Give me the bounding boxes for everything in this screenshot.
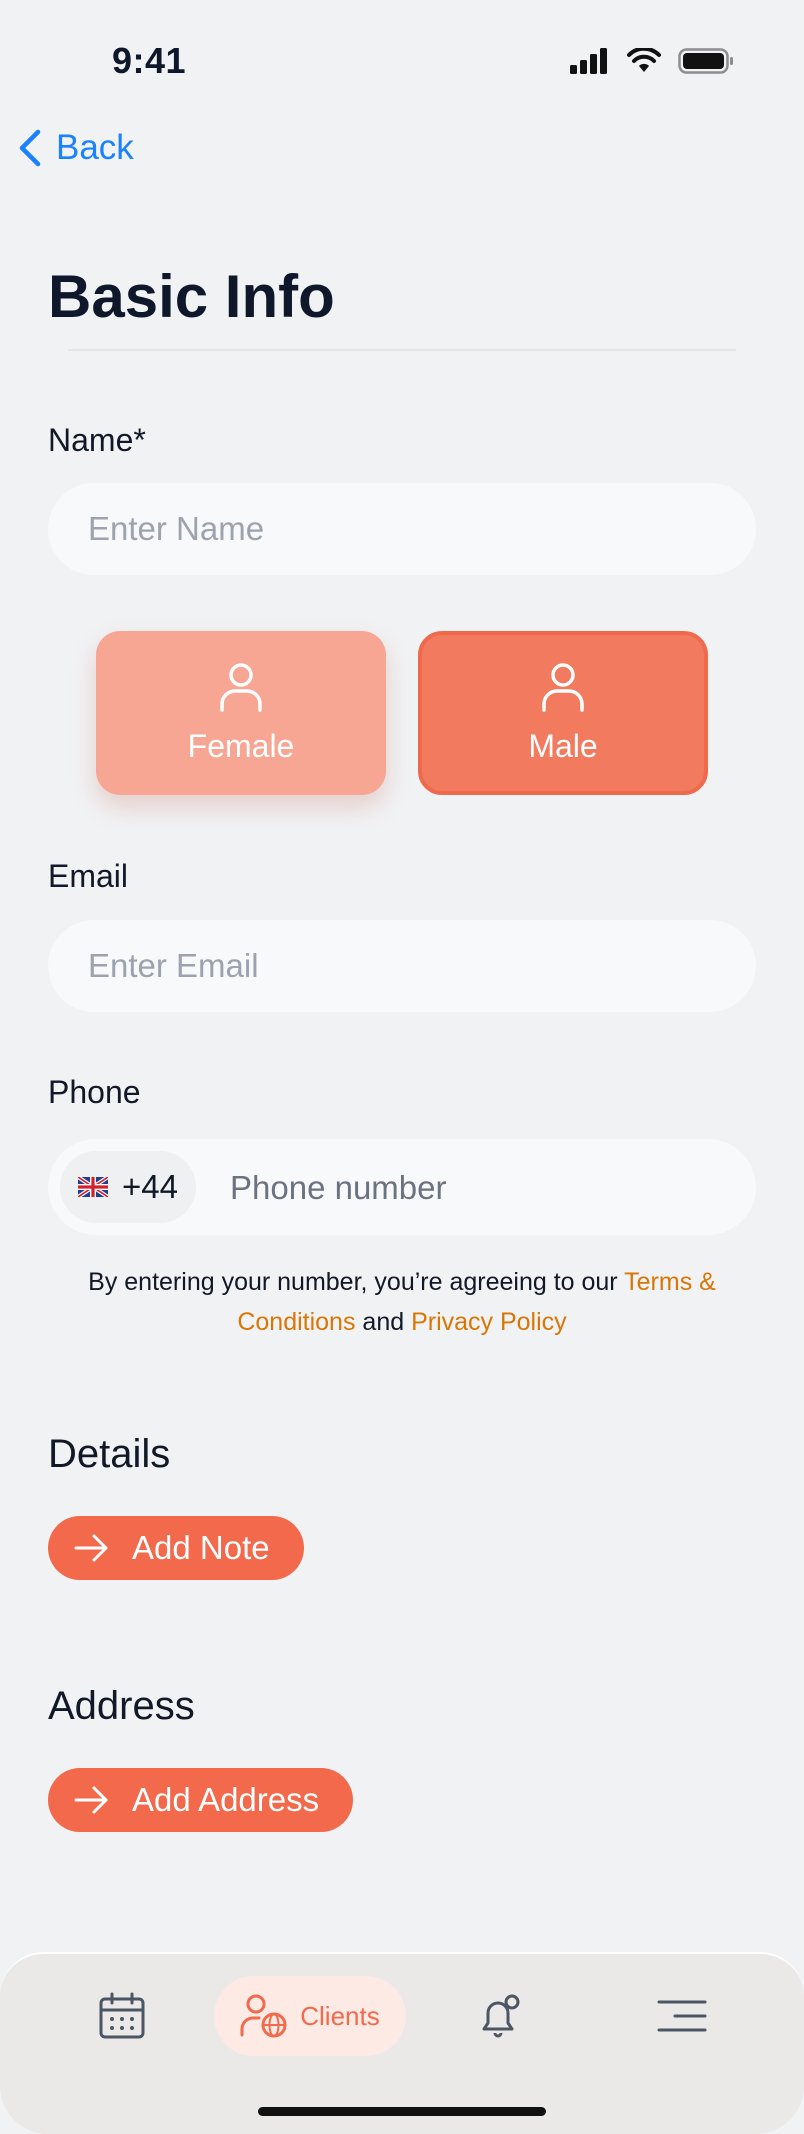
country-code-selector[interactable]: +44 — [60, 1151, 196, 1223]
name-label: Name* — [48, 422, 146, 458]
uk-flag-icon — [78, 1177, 108, 1197]
calendar-icon — [99, 1992, 145, 2039]
name-input[interactable] — [48, 483, 756, 575]
address-heading: Address — [48, 1684, 195, 1728]
gender-female-label: Female — [187, 727, 295, 764]
cellular-signal-icon — [570, 48, 607, 74]
chevron-left-icon — [19, 129, 41, 167]
notification-bell-icon — [482, 1994, 520, 2038]
person-icon — [542, 662, 584, 712]
add-note-button[interactable]: Add Note — [48, 1516, 304, 1580]
arrow-right-icon — [74, 1534, 108, 1562]
email-label: Email — [48, 858, 129, 894]
privacy-policy-link[interactable]: Privacy Policy — [411, 1308, 567, 1336]
page-title: Basic Info — [48, 263, 335, 330]
gender-option-female[interactable]: Female — [96, 631, 386, 795]
person-icon — [220, 662, 262, 712]
add-note-label: Add Note — [132, 1529, 270, 1566]
app-screen: 9:41 Back Basic Info Name* Enter Name Fe… — [0, 0, 804, 2134]
back-button[interactable]: Back — [16, 128, 134, 168]
email-input[interactable] — [48, 920, 756, 1012]
tab-calendar[interactable] — [92, 1976, 152, 2056]
status-time: 9:41 — [112, 40, 187, 81]
details-heading: Details — [48, 1432, 171, 1476]
tab-clients[interactable]: Clients — [214, 1976, 406, 2056]
status-bar: 9:41 — [0, 0, 804, 130]
gender-male-label: Male — [528, 727, 598, 764]
gender-option-male[interactable]: Male — [418, 631, 708, 795]
menu-icon — [657, 2000, 707, 2032]
tab-notifications[interactable] — [470, 1976, 530, 2056]
back-label: Back — [56, 128, 134, 167]
phone-label: Phone — [48, 1074, 141, 1110]
country-code: +44 — [122, 1168, 178, 1205]
terms-conjunction: and — [355, 1308, 412, 1336]
add-address-label: Add Address — [132, 1781, 320, 1818]
terms-prefix: By entering your number, you’re agreeing… — [88, 1268, 625, 1296]
battery-icon — [678, 48, 733, 74]
terms-notice: By entering your number, you’re agreeing… — [60, 1262, 744, 1342]
clients-globe-icon — [240, 1994, 287, 2038]
add-address-button[interactable]: Add Address — [48, 1768, 354, 1832]
home-indicator — [258, 2107, 546, 2116]
title-divider — [68, 349, 736, 351]
tab-menu[interactable] — [654, 1976, 710, 2056]
arrow-right-icon — [74, 1786, 108, 1814]
tab-clients-label: Clients — [300, 2000, 380, 2031]
phone-field: +44 — [48, 1139, 756, 1237]
phone-number-input[interactable] — [228, 1139, 732, 1237]
status-icons — [570, 48, 734, 74]
wifi-icon — [627, 48, 661, 72]
